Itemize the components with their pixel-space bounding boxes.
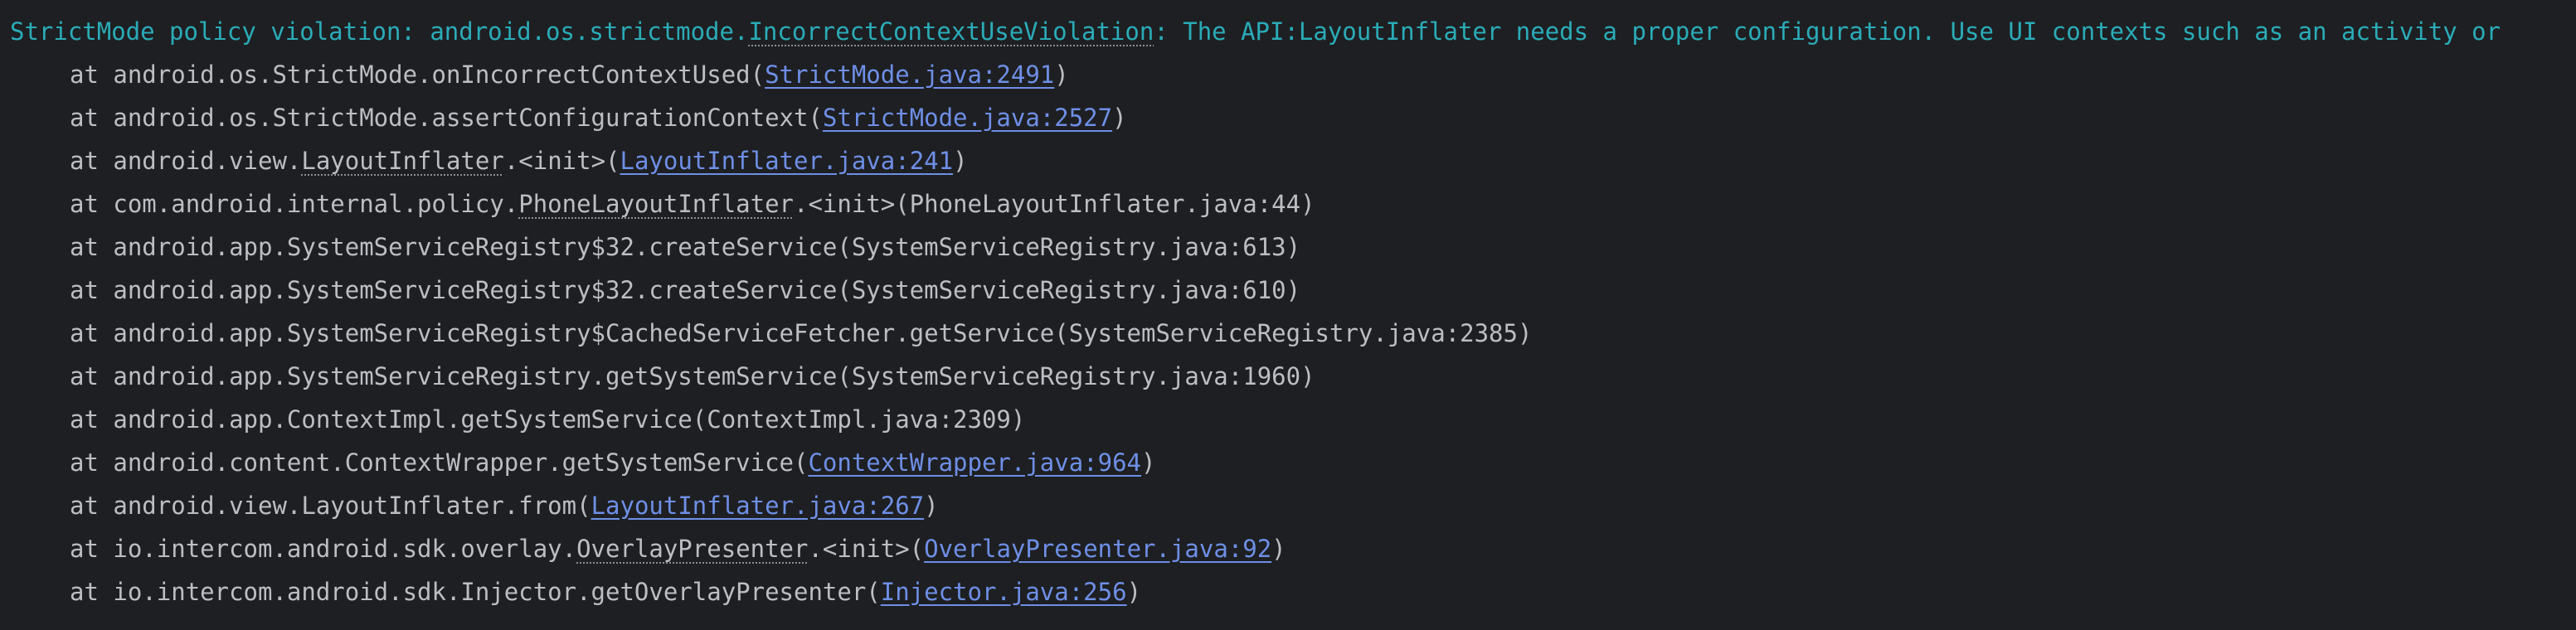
frame-tail: ) bbox=[1112, 104, 1127, 132]
inspection-highlight[interactable]: LayoutInflater bbox=[301, 147, 503, 175]
frame-at: at bbox=[70, 233, 114, 261]
frame-at: at bbox=[70, 362, 114, 390]
frame-at: at bbox=[70, 190, 114, 218]
stack-frame: at io.intercom.android.sdk.Injector.getO… bbox=[0, 570, 1141, 613]
frame-method: android.os.StrictMode.onIncorrectContext… bbox=[113, 61, 766, 89]
source-link[interactable]: Injector.java:256 bbox=[881, 578, 1127, 606]
violation-prefix: StrictMode policy violation: android.os.… bbox=[10, 17, 749, 46]
stack-frame: at android.app.SystemServiceRegistry$32.… bbox=[0, 269, 1300, 312]
frame-method-rest: .<init>(PhoneLayoutInflater.java:44) bbox=[794, 190, 1315, 218]
frame-at: at bbox=[70, 448, 114, 477]
stack-frame: at android.app.SystemServiceRegistry$Cac… bbox=[0, 312, 1532, 355]
frame-at: at bbox=[70, 535, 114, 563]
stack-frame: at android.os.StrictMode.onIncorrectCont… bbox=[0, 53, 1069, 96]
violation-header-line: StrictMode policy violation: android.os.… bbox=[0, 10, 2501, 53]
frame-text: android.app.SystemServiceRegistry$32.cre… bbox=[113, 233, 1301, 261]
violation-message: : The API:LayoutInflater needs a proper … bbox=[1154, 17, 2501, 46]
frame-tail: ) bbox=[1141, 448, 1156, 477]
source-link[interactable]: OverlayPresenter.java:92 bbox=[924, 535, 1271, 563]
inspection-highlight[interactable]: PhoneLayoutInflater bbox=[518, 190, 794, 218]
frame-method: io.intercom.android.sdk.overlay. bbox=[113, 535, 577, 563]
frame-tail: ) bbox=[1271, 535, 1286, 563]
source-link[interactable]: LayoutInflater.java:241 bbox=[620, 147, 954, 175]
source-link[interactable]: LayoutInflater.java:267 bbox=[591, 492, 925, 520]
inspection-highlight[interactable]: OverlayPresenter bbox=[576, 535, 808, 563]
frame-text: android.app.ContextImpl.getSystemService… bbox=[113, 405, 1026, 434]
frame-method: android.view.LayoutInflater.from( bbox=[113, 492, 591, 520]
frame-tail: ) bbox=[924, 492, 939, 520]
frame-method-rest: .<init>( bbox=[503, 147, 620, 175]
frame-at: at bbox=[70, 276, 114, 304]
stack-frame: at android.view.LayoutInflater.<init>(La… bbox=[0, 139, 968, 182]
frame-at: at bbox=[70, 405, 114, 434]
frame-method-rest: .<init>( bbox=[808, 535, 925, 563]
stack-frame: at android.view.LayoutInflater.from(Layo… bbox=[0, 484, 939, 527]
frame-method: io.intercom.android.sdk.Injector.getOver… bbox=[113, 578, 881, 606]
frame-method: android.content.ContextWrapper.getSystem… bbox=[113, 448, 809, 477]
frame-at: at bbox=[70, 61, 114, 89]
source-link[interactable]: StrictMode.java:2491 bbox=[765, 61, 1054, 89]
frame-method: android.view. bbox=[113, 147, 302, 175]
frame-text: android.app.SystemServiceRegistry$Cached… bbox=[113, 319, 1533, 347]
frame-at: at bbox=[70, 319, 114, 347]
frame-at: at bbox=[70, 147, 114, 175]
stack-frame: at android.app.SystemServiceRegistry$32.… bbox=[0, 225, 1300, 269]
stack-frame: at android.app.SystemServiceRegistry.get… bbox=[0, 355, 1315, 398]
source-link[interactable]: ContextWrapper.java:964 bbox=[808, 448, 1141, 477]
frame-at: at bbox=[70, 492, 114, 520]
frame-text: android.app.SystemServiceRegistry$32.cre… bbox=[113, 276, 1301, 304]
frame-at: at bbox=[70, 578, 114, 606]
violation-class[interactable]: IncorrectContextUseViolation bbox=[748, 17, 1154, 46]
logcat-console: StrictMode policy violation: android.os.… bbox=[0, 0, 2576, 630]
stack-frame: at android.app.ContextImpl.getSystemServ… bbox=[0, 398, 1025, 441]
frame-method: com.android.internal.policy. bbox=[113, 190, 519, 218]
stack-frame: at com.android.internal.policy.PhoneLayo… bbox=[0, 182, 1315, 225]
frame-at: at bbox=[70, 104, 114, 132]
cutoff-log-line-bottom bbox=[0, 605, 70, 630]
stack-frame: at android.os.StrictMode.assertConfigura… bbox=[0, 96, 1127, 139]
frame-tail: ) bbox=[953, 147, 968, 175]
source-link[interactable]: StrictMode.java:2527 bbox=[823, 104, 1112, 132]
frame-tail: ) bbox=[1054, 61, 1069, 89]
frame-method: android.os.StrictMode.assertConfiguratio… bbox=[113, 104, 823, 132]
stack-frame: at android.content.ContextWrapper.getSys… bbox=[0, 441, 1156, 484]
frame-text: android.app.SystemServiceRegistry.getSys… bbox=[113, 362, 1315, 390]
stack-frame: at io.intercom.android.sdk.overlay.Overl… bbox=[0, 527, 1286, 570]
frame-tail: ) bbox=[1126, 578, 1142, 606]
